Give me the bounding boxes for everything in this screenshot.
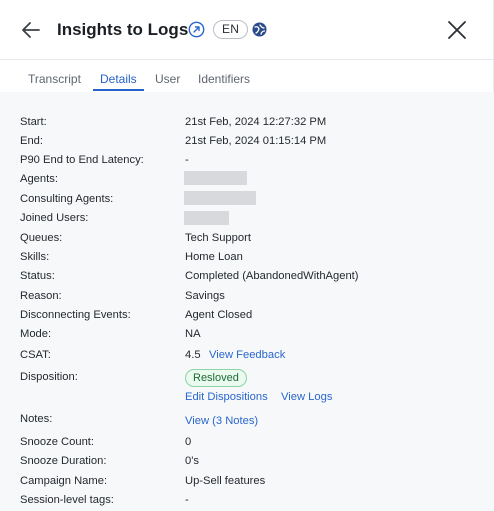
details-panel: Insights to Logs EN Transcript Details U… — [0, 0, 494, 511]
status-value: Completed (AbandonedWithAgent) — [185, 270, 359, 282]
queues-label: Queues: — [20, 232, 63, 244]
reason-label: Reason: — [20, 290, 62, 302]
tab-user[interactable]: User — [155, 72, 180, 86]
session-tags-label: Session-level tags: — [20, 494, 114, 506]
tab-bar: Transcript Details User Identifiers — [0, 61, 494, 92]
agents-label: Agents: — [20, 173, 58, 185]
p90-value: - — [185, 154, 189, 166]
campaign-name-label: Campaign Name: — [20, 475, 108, 487]
disposition-label: Disposition: — [20, 371, 78, 383]
disconnecting-events-label: Disconnecting Events: — [20, 309, 131, 321]
campaign-name-value: Up-Sell features — [185, 475, 266, 487]
snooze-count-value: 0 — [185, 436, 192, 448]
reason-value: Savings — [185, 290, 225, 302]
session-tags-value: - — [185, 494, 189, 506]
tab-identifiers[interactable]: Identifiers — [198, 72, 250, 86]
snooze-duration-label: Snooze Duration: — [20, 455, 107, 467]
csat-label: CSAT: — [20, 349, 51, 361]
joined-users-label: Joined Users: — [20, 212, 89, 224]
view-notes-link[interactable]: View (3 Notes) — [185, 414, 258, 428]
active-tab-indicator — [93, 89, 144, 91]
csat-value: 4.5 — [185, 349, 201, 361]
external-link-icon[interactable] — [188, 21, 205, 38]
consulting-agents-label: Consulting Agents: — [20, 193, 114, 205]
view-feedback-link[interactable]: View Feedback — [209, 348, 285, 362]
page-title: Insights to Logs — [57, 20, 189, 39]
start-value: 21st Feb, 2024 12:27:32 PM — [185, 116, 327, 128]
joined-users-redacted — [184, 211, 229, 225]
tab-details[interactable]: Details — [100, 72, 137, 86]
agents-redacted — [184, 171, 247, 185]
status-label: Status: — [20, 270, 55, 282]
start-label: Start: — [20, 116, 47, 128]
back-arrow-icon[interactable] — [20, 19, 42, 41]
language-badge: EN — [213, 20, 249, 39]
snooze-duration-value: 0's — [185, 455, 199, 467]
globe-icon[interactable] — [252, 22, 267, 37]
edit-dispositions-link[interactable]: Edit Dispositions — [185, 390, 268, 404]
disposition-badge: Resloved — [185, 369, 247, 387]
end-value: 21st Feb, 2024 01:15:14 PM — [185, 135, 327, 147]
snooze-count-label: Snooze Count: — [20, 436, 95, 448]
notes-label: Notes: — [20, 413, 53, 425]
consulting-agents-redacted — [184, 191, 256, 205]
tab-transcript[interactable]: Transcript — [28, 72, 81, 86]
view-logs-link[interactable]: View Logs — [281, 390, 332, 404]
end-label: End: — [20, 135, 44, 147]
disconnecting-events-value: Agent Closed — [185, 309, 253, 321]
mode-label: Mode: — [20, 328, 52, 340]
mode-value: NA — [185, 328, 201, 340]
close-icon[interactable] — [446, 19, 468, 41]
skills-label: Skills: — [20, 251, 50, 263]
queues-value: Tech Support — [185, 232, 251, 244]
panel-header: Insights to Logs EN — [0, 0, 494, 60]
skills-value: Home Loan — [185, 251, 243, 263]
p90-label: P90 End to End Latency: — [20, 154, 144, 166]
